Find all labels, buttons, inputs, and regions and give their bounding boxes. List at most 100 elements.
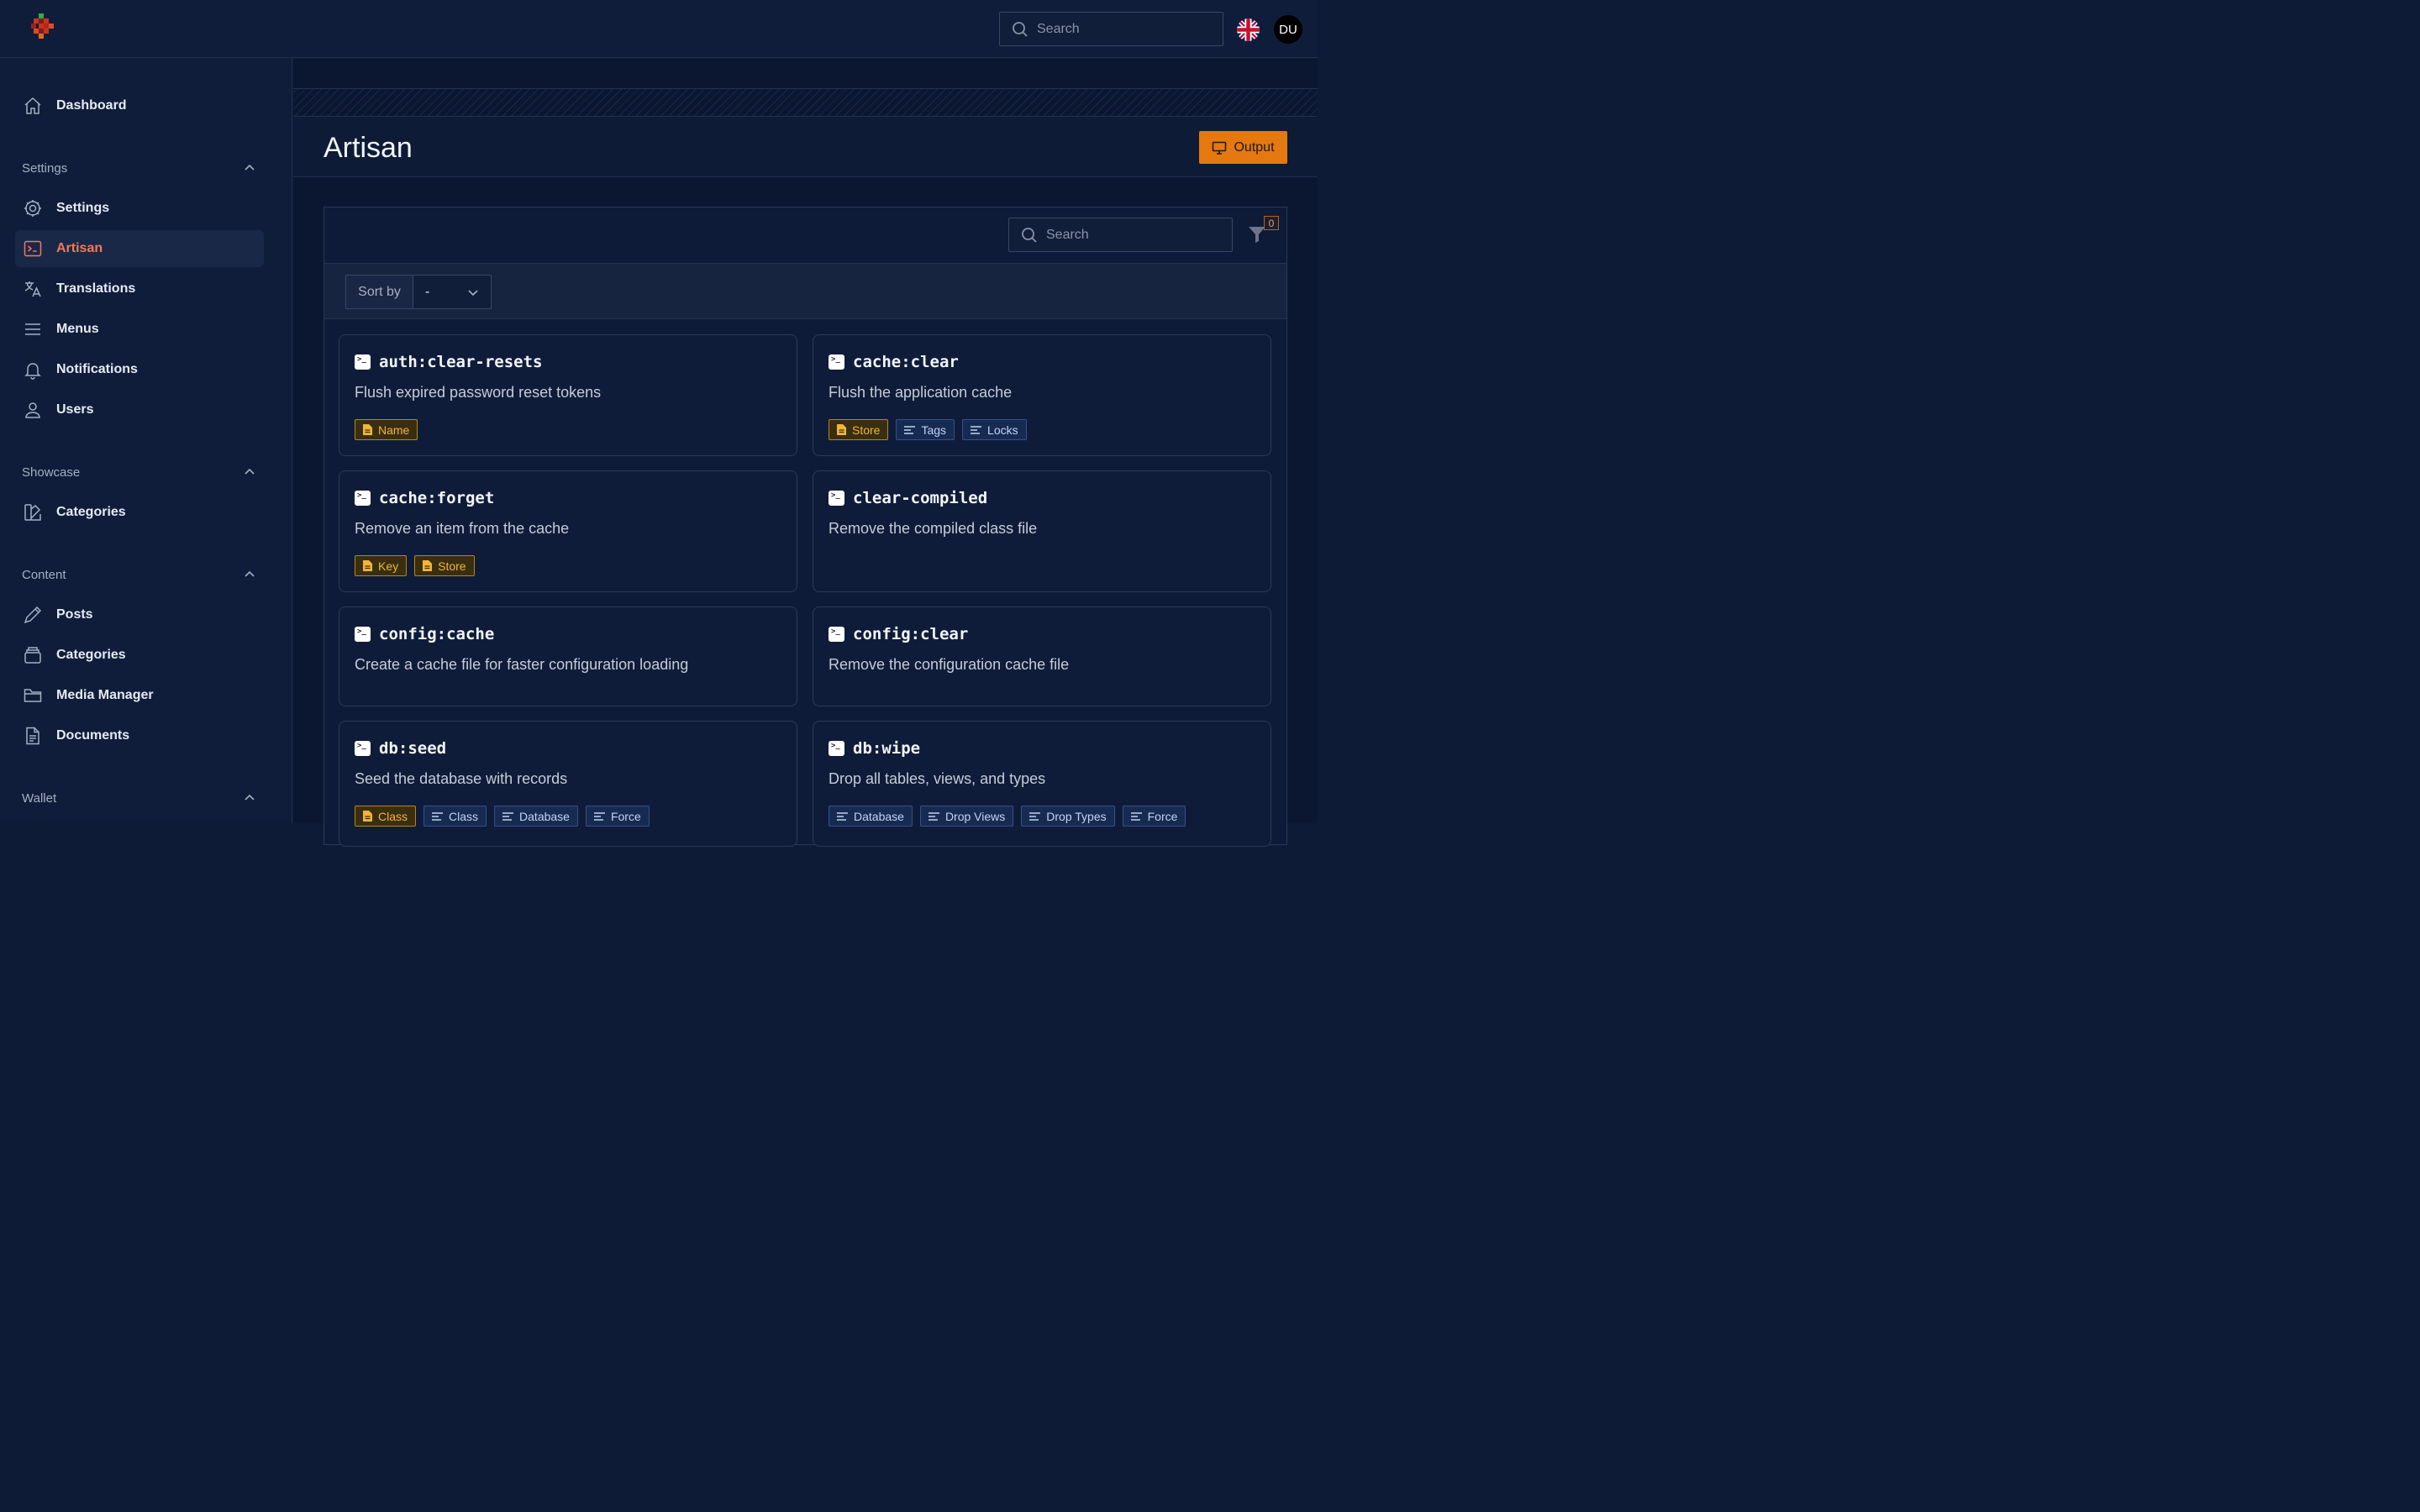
terminal-icon: [829, 491, 844, 506]
command-card[interactable]: config:cache Create a cache file for fast…: [339, 606, 797, 706]
option-tag[interactable]: Force: [1122, 806, 1186, 827]
argument-tag[interactable]: Class: [355, 806, 417, 827]
command-card[interactable]: cache:clear Flush the application cache St…: [813, 334, 1271, 456]
terminal-icon: [23, 239, 43, 259]
command-title: db:seed: [355, 739, 446, 758]
argument-label: Name: [378, 423, 410, 437]
output-button[interactable]: Output: [1199, 131, 1287, 164]
option-tag[interactable]: Locks: [962, 419, 1027, 440]
pencil-icon: [23, 605, 43, 625]
user-avatar[interactable]: DU: [1274, 15, 1302, 44]
option-tag[interactable]: Database: [494, 806, 578, 827]
sidebar-group-content[interactable]: Content: [22, 564, 255, 585]
text-align-icon: [431, 811, 444, 822]
sort-select[interactable]: -: [413, 275, 492, 309]
argument-label: Store: [438, 559, 466, 573]
sidebar-item-content-categories[interactable]: Categories: [15, 637, 264, 674]
command-description: Flush the application cache: [829, 384, 1013, 401]
option-label: Class: [449, 809, 479, 823]
commands-search[interactable]: [1008, 218, 1233, 252]
commands-panel: 0 Sort by - auth:clear-resets Flush expir…: [324, 207, 1287, 847]
sidebar-item-label: Media Manager: [56, 688, 154, 702]
sidebar-group-showcase[interactable]: Showcase: [22, 462, 255, 482]
sidebar-item-posts[interactable]: Posts: [15, 596, 264, 633]
command-name: config:cache: [379, 625, 495, 643]
terminal-icon: [829, 627, 844, 642]
argument-tag[interactable]: Store: [829, 419, 889, 440]
command-description: Drop all tables, views, and types: [829, 770, 1046, 787]
chevron-up-icon: [245, 164, 255, 171]
sidebar-group-label: Settings: [22, 160, 68, 176]
option-label: Force: [1147, 809, 1178, 823]
stack-icon: [23, 645, 43, 665]
command-card[interactable]: cache:forget Remove an item from the cach…: [339, 470, 797, 592]
terminal-icon: [829, 741, 844, 756]
uk-flag-icon[interactable]: [1237, 18, 1260, 41]
command-card[interactable]: config:clear Remove the configuration cac…: [813, 606, 1271, 706]
gear-icon: [23, 198, 43, 218]
page-header: Artisan Output: [293, 117, 1318, 177]
command-card[interactable]: db:wipe Drop all tables, views, and types…: [813, 721, 1271, 847]
argument-tag[interactable]: Name: [355, 419, 418, 440]
sidebar-item-media-manager[interactable]: Media Manager: [15, 677, 264, 714]
sidebar-item-documents[interactable]: Documents: [15, 717, 264, 754]
command-tags: Database Drop Views Drop Types Force: [829, 806, 1186, 827]
file-icon: [422, 559, 433, 572]
option-tag[interactable]: Drop Views: [919, 806, 1014, 827]
command-name: cache:clear: [853, 353, 959, 371]
option-label: Database: [854, 809, 904, 823]
argument-tag[interactable]: Key: [355, 555, 408, 576]
sidebar-item-label: Dashboard: [56, 98, 127, 113]
sidebar-item-showcase-categories[interactable]: Categories: [15, 494, 264, 531]
option-label: Tags: [921, 423, 947, 437]
option-label: Drop Types: [1046, 809, 1107, 823]
bell-icon: [23, 360, 43, 380]
command-card[interactable]: db:seed Seed the database with records Cla…: [339, 721, 797, 847]
global-search[interactable]: [999, 12, 1223, 46]
translate-icon: [23, 279, 43, 299]
chevron-down-icon: [468, 289, 478, 296]
option-tag[interactable]: Class: [424, 806, 487, 827]
option-label: Database: [519, 809, 570, 823]
command-card[interactable]: clear-compiled Remove the compiled class …: [813, 470, 1271, 592]
file-icon: [362, 559, 373, 572]
argument-tag[interactable]: Store: [414, 555, 475, 576]
command-card[interactable]: auth:clear-resets Flush expired password …: [339, 334, 797, 456]
sidebar-group-settings[interactable]: Settings: [22, 158, 255, 178]
commands-search-input[interactable]: [1046, 227, 1206, 243]
text-align-icon: [1130, 811, 1143, 822]
command-description: Flush expired password reset tokens: [355, 384, 602, 401]
command-tags: Key Store: [355, 555, 475, 576]
decorative-stripe: [293, 88, 1318, 117]
chevron-up-icon: [245, 570, 255, 577]
option-tag[interactable]: Database: [829, 806, 913, 827]
terminal-icon: [355, 627, 371, 642]
sidebar-item-settings[interactable]: Settings: [15, 190, 264, 227]
text-align-icon: [928, 811, 940, 822]
sidebar-item-notifications[interactable]: Notifications: [15, 351, 264, 388]
menu-icon: [23, 319, 43, 339]
sidebar-item-menus[interactable]: Menus: [15, 311, 264, 348]
sidebar-item-dashboard[interactable]: Dashboard: [15, 87, 264, 124]
command-title: cache:clear: [829, 353, 959, 371]
sidebar-item-label: Users: [56, 402, 94, 417]
folder-icon: [23, 685, 43, 706]
option-tag[interactable]: Tags: [896, 419, 955, 440]
app-logo[interactable]: [31, 13, 56, 45]
sidebar-group-wallet[interactable]: Wallet: [22, 788, 255, 808]
sidebar-item-users[interactable]: Users: [15, 391, 264, 428]
filter-count-badge: 0: [1264, 216, 1279, 230]
option-tag[interactable]: Drop Types: [1021, 806, 1115, 827]
command-description: Seed the database with records: [355, 770, 568, 787]
sidebar-item-artisan[interactable]: Artisan: [15, 230, 264, 267]
sidebar-item-label: Artisan: [56, 241, 103, 255]
terminal-icon: [355, 741, 371, 756]
option-label: Locks: [987, 423, 1018, 437]
global-search-input[interactable]: [1037, 21, 1197, 37]
terminal-icon: [355, 491, 371, 506]
command-tags: Store Tags Locks: [829, 419, 1027, 440]
option-tag[interactable]: Force: [585, 806, 650, 827]
text-align-icon: [502, 811, 514, 822]
monitor-icon: [1213, 141, 1227, 155]
sidebar-item-translations[interactable]: Translations: [15, 270, 264, 307]
